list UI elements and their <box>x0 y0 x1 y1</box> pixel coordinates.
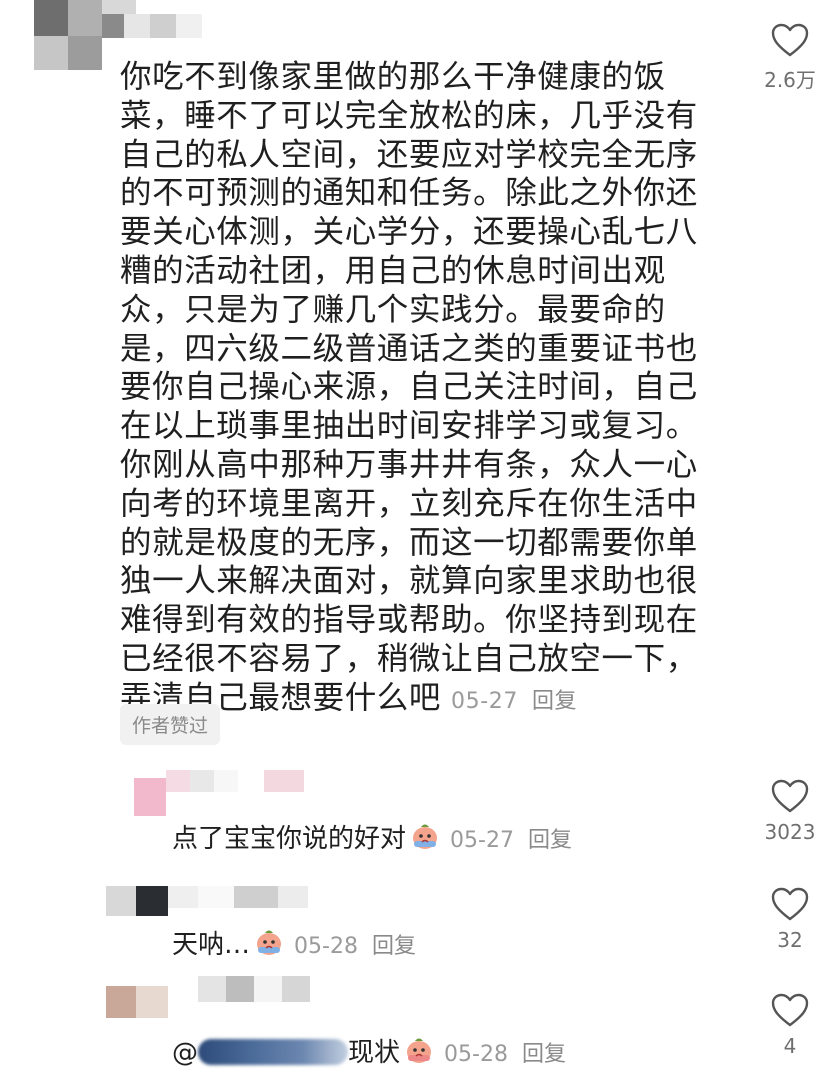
like-control[interactable]: 32 <box>760 886 820 952</box>
comment-body: @ 现状 05-28 回复 <box>172 1032 566 1069</box>
comment-date: 05-28 <box>294 934 358 959</box>
comment-date: 05-27 <box>451 688 518 714</box>
username-mosaic[interactable] <box>198 976 310 1002</box>
avatar[interactable] <box>106 986 168 1018</box>
reply-button[interactable]: 回复 <box>528 828 572 853</box>
heart-icon[interactable] <box>770 778 810 814</box>
heart-icon[interactable] <box>770 22 810 58</box>
username-mosaic[interactable] <box>166 770 304 792</box>
heart-icon[interactable] <box>770 886 810 922</box>
comment-body: 天呐… 05-28 回复 <box>172 924 416 961</box>
comment-text: 点了宝宝你说的好对 <box>172 824 407 854</box>
avatar[interactable] <box>106 886 168 916</box>
heart-icon[interactable] <box>770 992 810 1028</box>
comment-body: 点了宝宝你说的好对 05-27 回复 <box>172 818 572 855</box>
like-control[interactable]: 3023 <box>760 778 820 844</box>
avatar[interactable] <box>134 778 166 816</box>
comment-date: 05-28 <box>444 1042 508 1067</box>
comment-text: 现状 <box>348 1038 401 1068</box>
comment-date: 05-27 <box>450 828 514 853</box>
reply-button[interactable]: 回复 <box>372 934 416 959</box>
crying-face-emoji-icon <box>257 930 282 955</box>
reply-button[interactable]: 回复 <box>522 1042 566 1067</box>
reply-button[interactable]: 回复 <box>532 689 577 714</box>
author-liked-badge: 作者赞过 <box>120 704 221 745</box>
like-control[interactable]: 4 <box>760 992 820 1058</box>
like-count: 2.6万 <box>764 68 816 92</box>
crying-face-emoji-icon <box>407 1038 432 1063</box>
crying-face-emoji-icon <box>413 824 438 849</box>
like-count: 3023 <box>764 820 816 844</box>
username-mosaic[interactable] <box>102 14 202 38</box>
like-count: 4 <box>783 1034 797 1058</box>
comment-text: 你吃不到像家里做的那么干净健康的饭菜，睡不了可以完全放松的床，几乎没有自己的私人… <box>120 59 698 716</box>
mentioned-user[interactable] <box>198 1039 348 1065</box>
avatar-lower <box>34 36 102 70</box>
like-count: 32 <box>777 928 803 952</box>
like-control[interactable]: 2.6万 <box>760 22 820 93</box>
comment-body: 你吃不到像家里做的那么干净健康的饭菜，睡不了可以完全放松的床，几乎没有自己的私人… <box>120 58 720 722</box>
mention-prefix[interactable]: @ <box>172 1038 198 1068</box>
username-mosaic[interactable] <box>168 886 308 908</box>
comment-text: 天呐… <box>172 930 251 960</box>
